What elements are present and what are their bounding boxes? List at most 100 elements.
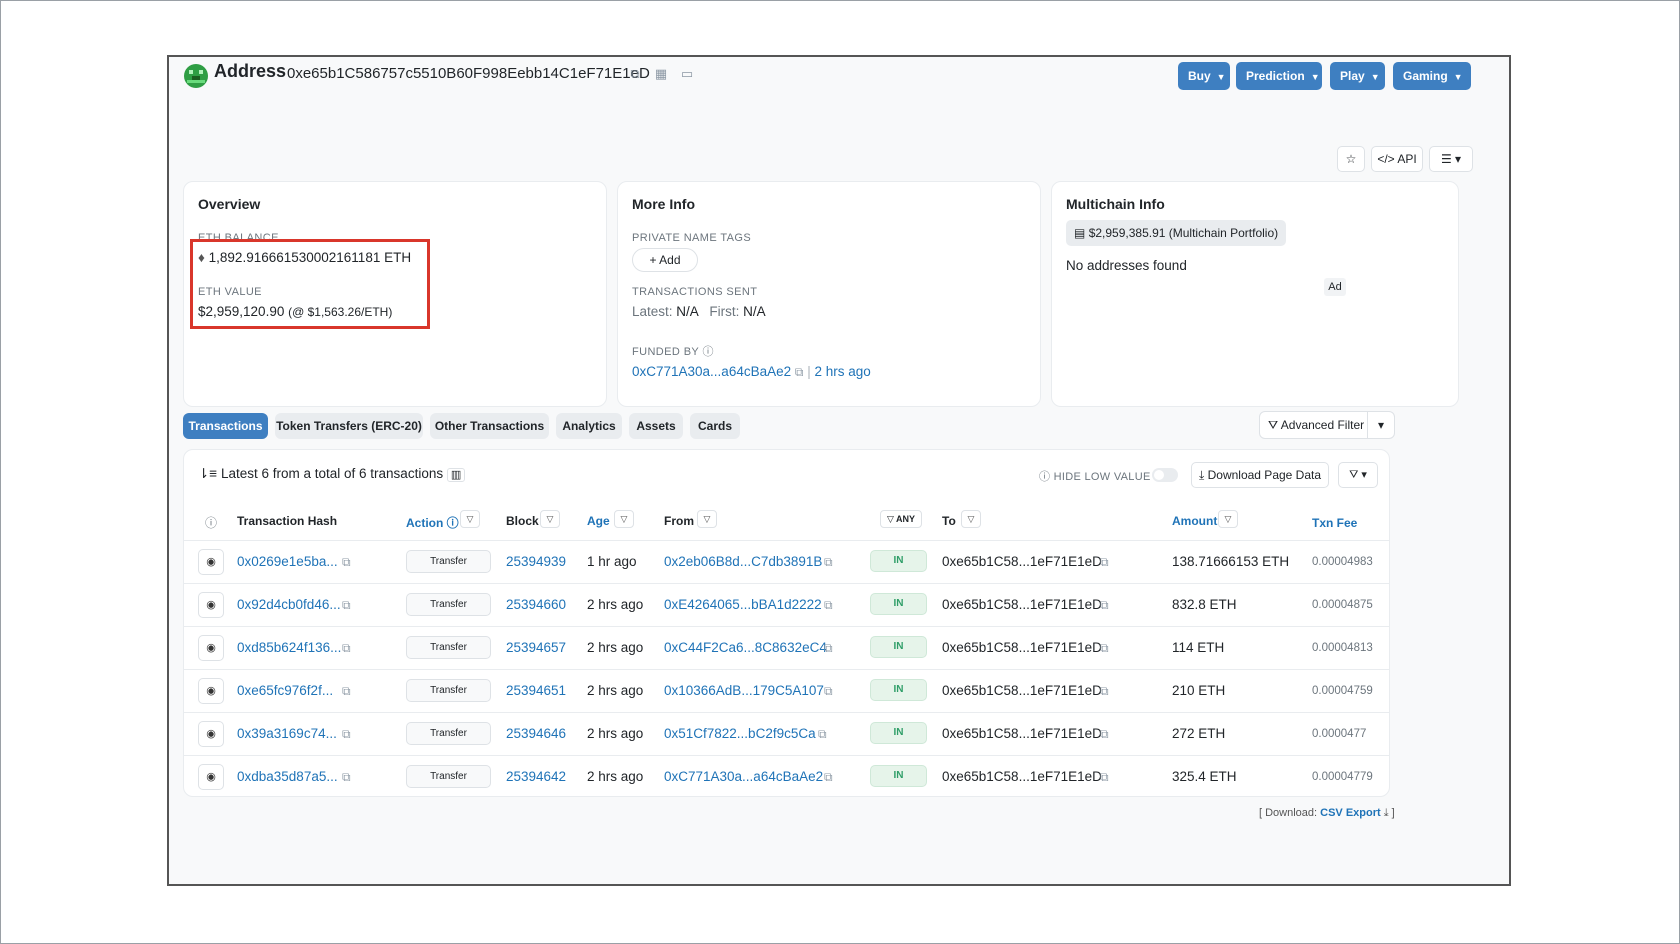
block-link[interactable]: 25394642: [506, 769, 566, 784]
help-icon[interactable]: ⓘ: [205, 514, 217, 531]
txn-fee: 0.0000477: [1312, 728, 1367, 740]
header-txn-fee[interactable]: Txn Fee: [1312, 516, 1357, 530]
add-tag-button[interactable]: + Add: [632, 248, 698, 272]
copy-icon[interactable]: ⧉: [824, 684, 833, 699]
from-address-link[interactable]: 0x10366AdB...179C5A107: [664, 683, 824, 698]
copy-icon[interactable]: ⧉: [818, 727, 827, 742]
from-address-link[interactable]: 0xC771A30a...a64cBaAe2: [664, 769, 823, 784]
from-address-link[interactable]: 0xE4264065...bBA1d2222: [664, 597, 822, 612]
overview-card: Overview ETH BALANCE ♦ 1,892.91666153000…: [183, 181, 607, 407]
csv-export-link[interactable]: CSV Export: [1320, 807, 1381, 819]
header-action[interactable]: Action ⓘ: [406, 514, 459, 531]
favorite-star-icon[interactable]: ☆: [1337, 146, 1365, 172]
tab-assets[interactable]: Assets: [629, 413, 683, 439]
direction-filter-any[interactable]: ▽ ANY: [880, 510, 922, 528]
tx-hash-link[interactable]: 0xe65fc976f2f...: [237, 683, 333, 698]
from-address-link[interactable]: 0x2eb06B8d...C7db3891B: [664, 554, 822, 569]
amount: 114 ETH: [1172, 640, 1225, 655]
chart-icon: ▥: [446, 468, 466, 482]
copy-icon[interactable]: ⧉: [342, 770, 351, 785]
copy-icon[interactable]: ⧉: [824, 555, 833, 570]
advanced-filter-button[interactable]: ⛛ Advanced Filter ▾: [1259, 411, 1395, 439]
comment-icon[interactable]: ▭: [679, 66, 695, 82]
nav-gaming-button[interactable]: Gaming ▼: [1393, 62, 1471, 90]
tab-transactions[interactable]: Transactions: [183, 413, 268, 439]
header-amount[interactable]: Amount: [1172, 514, 1217, 528]
copy-icon[interactable]: ⧉: [824, 770, 833, 785]
tx-hash-link[interactable]: 0xd85b624f136...: [237, 640, 341, 655]
age-filter-icon[interactable]: ▽: [614, 510, 634, 528]
block-filter-icon[interactable]: ▽: [540, 510, 560, 528]
copy-icon[interactable]: ⧉: [342, 727, 351, 742]
more-options-icon[interactable]: ☰ ▾: [1429, 146, 1473, 172]
block-link[interactable]: 25394646: [506, 726, 566, 741]
header-age[interactable]: Age: [587, 514, 610, 528]
info-icon: ⓘ: [702, 346, 714, 358]
txn-fee: 0.00004983: [1312, 556, 1373, 568]
private-name-tags-label: PRIVATE NAME TAGS: [632, 232, 752, 244]
funded-by-link[interactable]: 0xC771A30a...a64cBaAe2: [632, 364, 791, 379]
copy-icon[interactable]: ⧉: [1100, 598, 1109, 613]
copy-icon[interactable]: ⧉: [1100, 641, 1109, 656]
view-details-icon[interactable]: ◉: [198, 678, 224, 704]
copy-icon[interactable]: ⧉: [342, 684, 351, 699]
tab-cards[interactable]: Cards: [690, 413, 740, 439]
block-link[interactable]: 25394939: [506, 554, 566, 569]
view-details-icon[interactable]: ◉: [198, 721, 224, 747]
nav-prediction-button[interactable]: Prediction ▼: [1236, 62, 1322, 90]
view-details-icon[interactable]: ◉: [198, 549, 224, 575]
view-details-icon[interactable]: ◉: [198, 764, 224, 790]
to-filter-icon[interactable]: ▽: [961, 510, 981, 528]
table-row: ◉ 0x39a3169c74... ⧉ Transfer 25394646 2 …: [184, 712, 1389, 756]
copy-icon[interactable]: ⧉: [342, 555, 351, 570]
copy-icon[interactable]: ⧉: [795, 365, 804, 379]
funded-age-link[interactable]: 2 hrs ago: [815, 364, 871, 379]
tab-other-transactions[interactable]: Other Transactions: [430, 413, 549, 439]
from-address-link[interactable]: 0x51Cf7822...bC2f9c5Ca: [664, 726, 816, 741]
table-filter-button[interactable]: ⛛ ▾: [1338, 462, 1378, 488]
page-title: Address: [214, 61, 287, 81]
nav-buy-button[interactable]: Buy ▼: [1178, 62, 1230, 90]
tab-token-transfers[interactable]: Token Transfers (ERC-20): [275, 413, 423, 439]
copy-icon[interactable]: ⧉: [824, 598, 833, 613]
download-icon: ⤓: [1383, 807, 1389, 819]
copy-icon[interactable]: ⧉: [342, 641, 351, 656]
view-details-icon[interactable]: ◉: [198, 592, 224, 618]
copy-icon[interactable]: ⧉: [824, 641, 833, 656]
amount: 138.71666153 ETH: [1172, 554, 1290, 569]
more-info-card: More Info PRIVATE NAME TAGS + Add TRANSA…: [617, 181, 1041, 407]
tx-hash-link[interactable]: 0x0269e1e5ba...: [237, 554, 338, 569]
tx-hash-link[interactable]: 0xdba35d87a5...: [237, 769, 338, 784]
header-transaction-hash: Transaction Hash: [237, 514, 338, 528]
copy-icon[interactable]: ⧉: [342, 598, 351, 613]
multichain-portfolio-button[interactable]: ▤ $2,959,385.91 (Multichain Portfolio): [1066, 220, 1287, 246]
from-address-link[interactable]: 0xC44F2Ca6...8C8632eC4: [664, 640, 827, 655]
from-filter-icon[interactable]: ▽: [697, 510, 717, 528]
nav-play-button[interactable]: Play ▼: [1330, 62, 1385, 90]
copy-icon[interactable]: ⧉: [627, 66, 643, 82]
copy-icon[interactable]: ⧉: [1100, 727, 1109, 742]
tx-hash-link[interactable]: 0x39a3169c74...: [237, 726, 337, 741]
download-icon: ⤓: [1198, 468, 1205, 482]
block-link[interactable]: 25394657: [506, 640, 566, 655]
txn-fee: 0.00004779: [1312, 771, 1373, 783]
funded-by-label: FUNDED BY ⓘ: [632, 346, 714, 358]
amount-filter-icon[interactable]: ▽: [1218, 510, 1238, 528]
table-row: ◉ 0x92d4cb0fd46... ⧉ Transfer 25394660 2…: [184, 583, 1389, 627]
api-button[interactable]: </> API: [1371, 146, 1423, 172]
copy-icon[interactable]: ⧉: [1100, 555, 1109, 570]
block-link[interactable]: 25394651: [506, 683, 566, 698]
tab-analytics[interactable]: Analytics: [556, 413, 622, 439]
view-details-icon[interactable]: ◉: [198, 635, 224, 661]
tx-hash-link[interactable]: 0x92d4cb0fd46...: [237, 597, 341, 612]
copy-icon[interactable]: ⧉: [1100, 770, 1109, 785]
action-filter-icon[interactable]: ▽: [460, 510, 480, 528]
to-address: 0xe65b1C58...1eF71E1eD: [942, 597, 1102, 612]
qr-code-icon[interactable]: ▦: [653, 66, 669, 82]
block-link[interactable]: 25394660: [506, 597, 566, 612]
more-info-title: More Info: [632, 196, 695, 212]
copy-icon[interactable]: ⧉: [1100, 684, 1109, 699]
hide-low-value-toggle[interactable]: [1152, 468, 1178, 482]
txn-fee: 0.00004813: [1312, 642, 1373, 654]
download-page-data-button[interactable]: ⤓ Download Page Data: [1191, 462, 1329, 488]
